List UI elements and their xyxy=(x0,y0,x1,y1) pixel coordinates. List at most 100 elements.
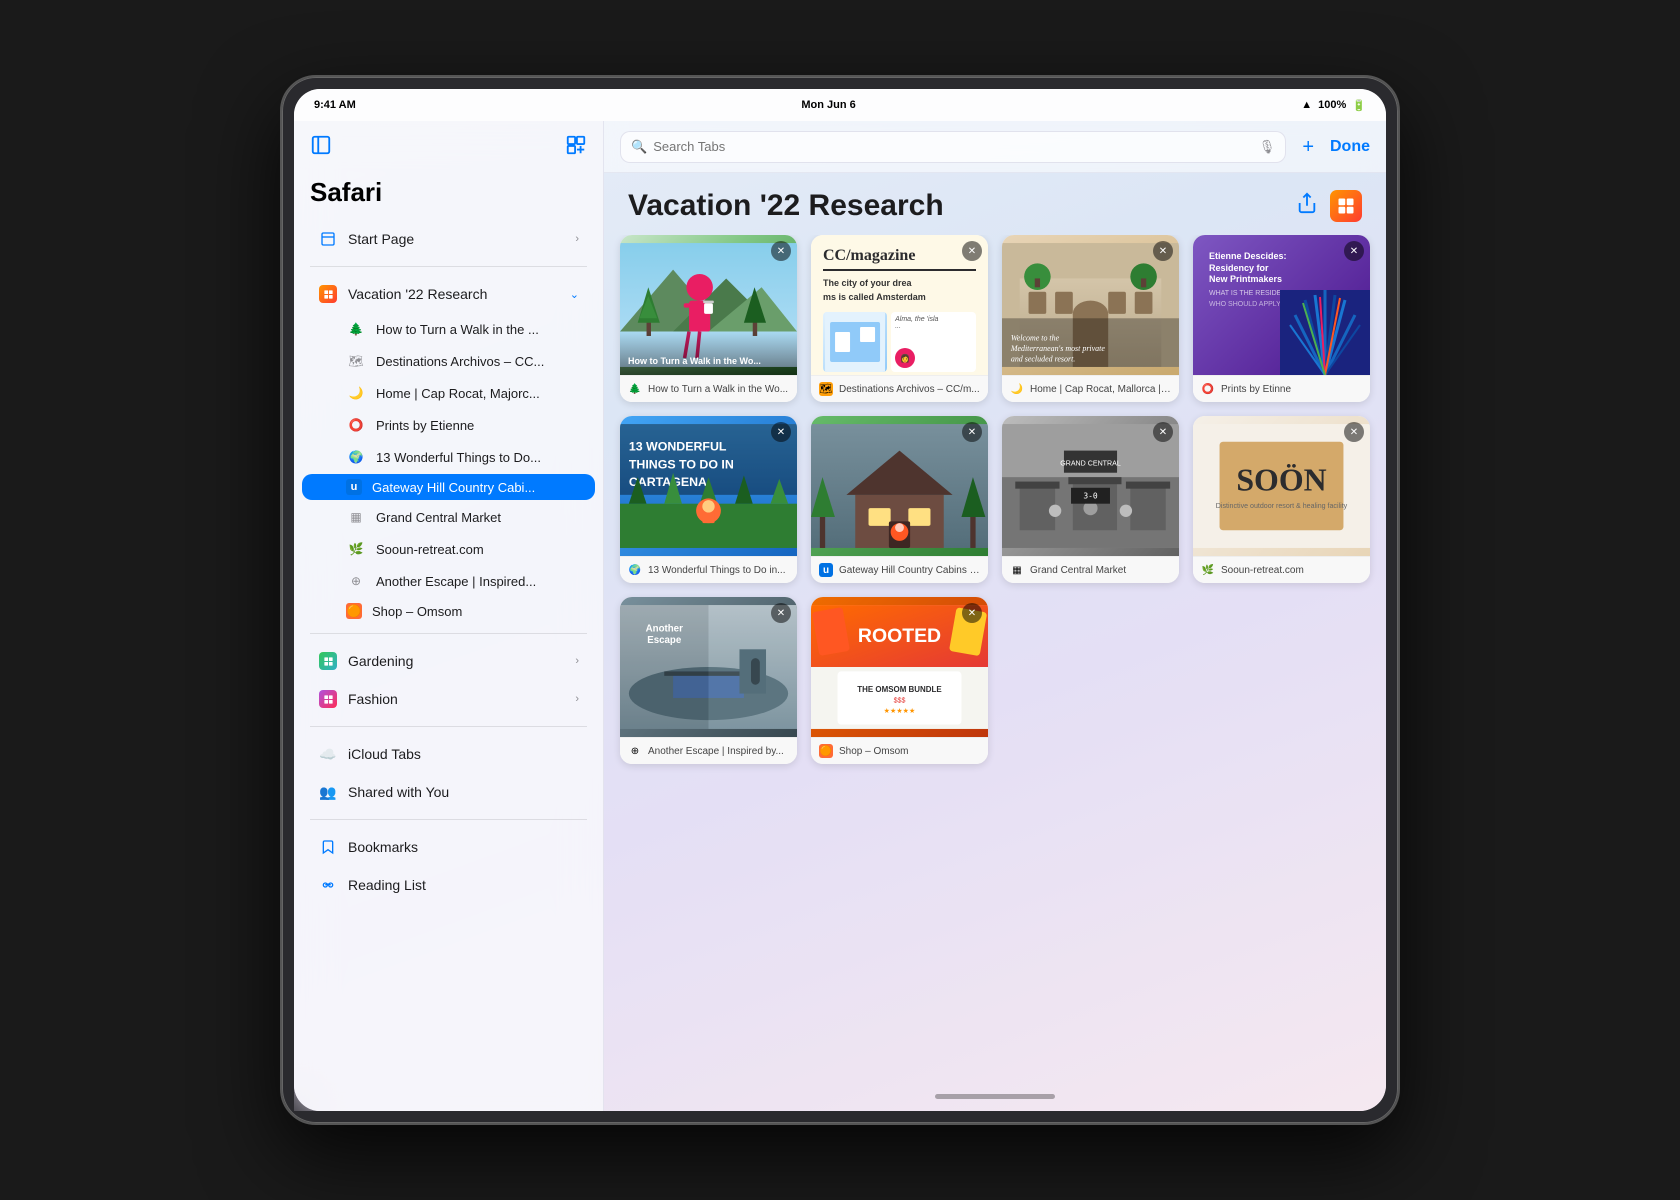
sidebar-item-sooun[interactable]: 🌿 Sooun-retreat.com xyxy=(302,534,595,564)
tab-close-cc[interactable]: ✕ xyxy=(962,241,982,261)
gardening-group-icon xyxy=(318,651,338,671)
svg-text:SOÖN: SOÖN xyxy=(1236,462,1326,497)
svg-text:★★★★★: ★★★★★ xyxy=(884,707,916,715)
start-page-chevron: › xyxy=(575,233,579,245)
search-bar[interactable]: 🔍 🎙 xyxy=(620,131,1286,163)
tab-card-13things[interactable]: ✕ xyxy=(620,416,797,583)
tab-footer-omsom: 🟠 Shop – Omsom xyxy=(811,737,988,764)
tab-close-omsom[interactable]: ✕ xyxy=(962,603,982,623)
search-input[interactable] xyxy=(653,139,1253,154)
shared-label: Shared with You xyxy=(348,784,579,800)
tab-card-etienne[interactable]: ✕ Etienne Descides:Residency forNew Prin… xyxy=(1193,235,1370,402)
tab-footer-escape: ⊕ Another Escape | Inspired by... xyxy=(620,737,797,764)
escape-title: Another Escape | Inspired by... xyxy=(648,746,789,757)
sidebar-item-omsom[interactable]: 🟠 Shop – Omsom xyxy=(302,598,595,624)
tab-close-escape[interactable]: ✕ xyxy=(771,603,791,623)
vacation-group-label: Vacation '22 Research xyxy=(348,286,560,302)
tabs-grid[interactable]: ✕ xyxy=(604,235,1386,1081)
ipad-screen: 9:41 AM Mon Jun 6 ▲ 100% 🔋 xyxy=(294,89,1386,1111)
sidebar-item-start-page[interactable]: Start Page › xyxy=(302,221,595,257)
sidebar-item-escape[interactable]: ⊕ Another Escape | Inspired... xyxy=(302,566,595,596)
prints-label: Prints by Etienne xyxy=(376,418,579,433)
tab-footer-gateway: u Gateway Hill Country Cabins | ... xyxy=(811,556,988,583)
status-time: 9:41 AM xyxy=(314,99,356,111)
microphone-icon[interactable]: 🎙 xyxy=(1259,139,1276,155)
share-icon[interactable] xyxy=(1296,192,1318,220)
tab-close-resort[interactable]: ✕ xyxy=(1153,241,1173,261)
shared-icon: 👥 xyxy=(318,782,338,802)
omsom-label: Shop – Omsom xyxy=(372,604,579,619)
sidebar-toggle-icon[interactable] xyxy=(310,134,332,161)
tab-card-gateway[interactable]: ✕ xyxy=(811,416,988,583)
etienne-favicon: ⭕ xyxy=(1201,382,1215,396)
sidebar-item-gcm[interactable]: ▦ Grand Central Market xyxy=(302,502,595,532)
tab-card-omsom[interactable]: ✕ xyxy=(811,597,988,764)
battery-label: 100% xyxy=(1318,99,1346,111)
fashion-chevron: › xyxy=(575,693,579,705)
sooun-icon: 🌿 xyxy=(346,539,366,559)
gateway-icon: u xyxy=(346,479,362,495)
tab-thumbnail-etienne: Etienne Descides:Residency forNew Printm… xyxy=(1193,235,1370,375)
walk-favicon: 🌲 xyxy=(628,382,642,396)
tab-thumbnail-gcm: GRAND CENTRAL 3-0 xyxy=(1002,416,1179,556)
tab-close-walk[interactable]: ✕ xyxy=(771,241,791,261)
tab-card-resort[interactable]: ✕ xyxy=(1002,235,1179,402)
sidebar-item-home-cap[interactable]: 🌙 Home | Cap Rocat, Majorc... xyxy=(302,378,595,408)
sidebar-item-13things[interactable]: 🌍 13 Wonderful Things to Do... xyxy=(302,442,595,472)
sidebar-item-bookmarks[interactable]: Bookmarks xyxy=(302,829,595,865)
tab-card-gcm[interactable]: ✕ xyxy=(1002,416,1179,583)
escape-label: Another Escape | Inspired... xyxy=(376,574,579,589)
13things-label: 13 Wonderful Things to Do... xyxy=(376,450,579,465)
svg-text:Another: Another xyxy=(646,624,683,635)
sidebar-item-reading-list[interactable]: Reading List xyxy=(302,867,595,903)
status-bar: 9:41 AM Mon Jun 6 ▲ 100% 🔋 xyxy=(294,89,1386,121)
power-button xyxy=(1398,377,1400,477)
svg-text:$$$: $$$ xyxy=(894,696,906,704)
walk-title: How to Turn a Walk in the Wo... xyxy=(648,384,789,395)
omsom-favicon: 🟠 xyxy=(819,744,833,758)
omsom-icon: 🟠 xyxy=(346,603,362,619)
gateway-label: Gateway Hill Country Cabi... xyxy=(372,480,579,495)
tab-group-options-icon[interactable] xyxy=(1330,190,1362,222)
sidebar-group-vacation[interactable]: Vacation '22 Research ⌄ xyxy=(302,276,595,312)
tab-close-etienne[interactable]: ✕ xyxy=(1344,241,1364,261)
tab-card-sooun[interactable]: ✕ SOÖN Distinctive outdoor resort & heal… xyxy=(1193,416,1370,583)
walk-icon: 🌲 xyxy=(346,319,366,339)
tab-thumbnail-escape: Another Escape xyxy=(620,597,797,737)
svg-text:Distinctive outdoor resort & h: Distinctive outdoor resort & healing fac… xyxy=(1216,502,1348,510)
sidebar-item-destinations[interactable]: 🗺 Destinations Archivos – CC... xyxy=(302,346,595,376)
tab-footer-resort: 🌙 Home | Cap Rocat, Mallorca | ... xyxy=(1002,375,1179,402)
etienne-title: Prints by Etinne xyxy=(1221,384,1362,395)
tab-card-cc[interactable]: ✕ CC/magazine The city of your dreams is… xyxy=(811,235,988,402)
reading-list-label: Reading List xyxy=(348,877,579,893)
tab-close-sooun[interactable]: ✕ xyxy=(1344,422,1364,442)
icloud-label: iCloud Tabs xyxy=(348,746,579,762)
tab-close-gcm[interactable]: ✕ xyxy=(1153,422,1173,442)
svg-text:3-0: 3-0 xyxy=(1083,491,1098,500)
sidebar-item-prints[interactable]: ⭕ Prints by Etienne xyxy=(302,410,595,440)
tab-card-escape[interactable]: ✕ xyxy=(620,597,797,764)
sidebar-group-fashion[interactable]: Fashion › xyxy=(302,681,595,717)
divider-3 xyxy=(310,726,587,727)
tab-thumbnail-walk: How to Turn a Walk in the Wo... xyxy=(620,235,797,375)
13things-favicon: 🌍 xyxy=(628,563,642,577)
main-panel: 🔍 🎙 + Done Vacation '22 Research xyxy=(604,121,1386,1111)
sidebar-item-walk[interactable]: 🌲 How to Turn a Walk in the ... xyxy=(302,314,595,344)
tab-thumbnail-13things: 13 WONDERFUL THINGS TO DO IN CARTAGENA xyxy=(620,416,797,556)
sidebar-item-gateway[interactable]: u Gateway Hill Country Cabi... xyxy=(302,474,595,500)
sidebar-group-gardening[interactable]: Gardening › xyxy=(302,643,595,679)
escape-icon: ⊕ xyxy=(346,571,366,591)
divider-2 xyxy=(310,633,587,634)
tab-close-13things[interactable]: ✕ xyxy=(771,422,791,442)
new-tab-group-icon[interactable] xyxy=(565,134,587,161)
sidebar-item-shared[interactable]: 👥 Shared with You xyxy=(302,774,595,810)
escape-favicon: ⊕ xyxy=(628,744,642,758)
13things-icon: 🌍 xyxy=(346,447,366,467)
done-button[interactable]: Done xyxy=(1330,138,1370,156)
start-page-label: Start Page xyxy=(348,231,565,247)
add-tab-button[interactable]: + xyxy=(1298,133,1318,161)
sidebar-item-icloud[interactable]: ☁️ iCloud Tabs xyxy=(302,736,595,772)
tab-close-gateway[interactable]: ✕ xyxy=(962,422,982,442)
tab-card-walk[interactable]: ✕ xyxy=(620,235,797,402)
ipad-frame: 9:41 AM Mon Jun 6 ▲ 100% 🔋 xyxy=(280,75,1400,1125)
